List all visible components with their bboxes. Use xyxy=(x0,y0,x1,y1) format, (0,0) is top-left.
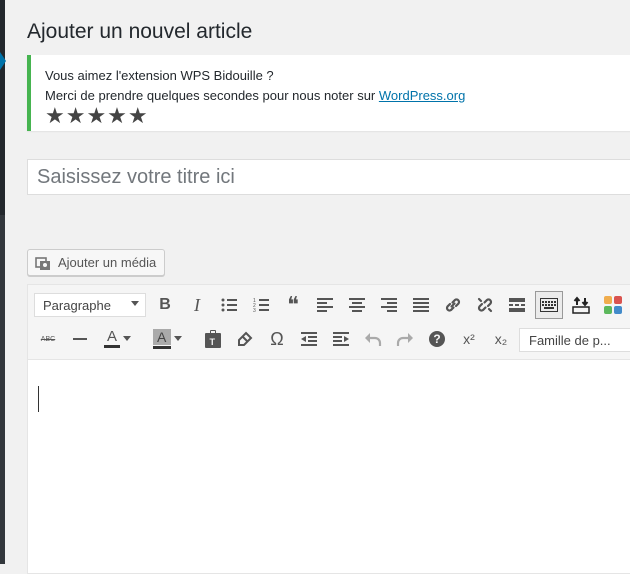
paste-text-icon[interactable]: T xyxy=(199,325,227,353)
clear-formatting-icon[interactable] xyxy=(231,325,259,353)
wordpress-org-link[interactable]: WordPress.org xyxy=(379,88,465,103)
svg-text:A: A xyxy=(157,329,167,345)
rating-stars[interactable]: ★★★★★ xyxy=(45,103,149,129)
align-left-icon[interactable] xyxy=(311,291,339,319)
link-icon[interactable] xyxy=(439,291,467,319)
format-select[interactable]: Paragraphe xyxy=(34,293,146,317)
editor-toolbar: Paragraphe B I 123 ❝ ABC A A T Ω ? x² x₂ xyxy=(28,285,630,360)
font-family-select[interactable]: Famille de p... xyxy=(519,328,630,352)
bullet-list-icon[interactable] xyxy=(215,291,243,319)
text-cursor xyxy=(38,386,39,412)
color-grid-icon[interactable] xyxy=(599,291,627,319)
text-color-glyph: A xyxy=(106,328,117,345)
chevron-down-icon xyxy=(131,301,139,306)
add-media-label: Ajouter un média xyxy=(58,255,157,270)
undo-icon[interactable] xyxy=(359,325,387,353)
help-glyph: ? xyxy=(429,331,445,347)
upload-download-icon[interactable] xyxy=(567,291,595,319)
toolbar-toggle-icon[interactable] xyxy=(535,291,563,319)
italic-icon[interactable]: I xyxy=(183,291,211,319)
subscript-icon[interactable]: x₂ xyxy=(487,325,515,353)
read-more-icon[interactable] xyxy=(503,291,531,319)
special-character-icon[interactable]: Ω xyxy=(263,325,291,353)
strikethrough-icon[interactable]: ABC xyxy=(34,325,62,353)
align-right-icon[interactable] xyxy=(375,291,403,319)
justify-icon[interactable] xyxy=(407,291,435,319)
text-color-swatch xyxy=(104,345,120,348)
bold-icon[interactable]: B xyxy=(151,291,179,319)
font-family-select-value: Famille de p... xyxy=(529,332,611,348)
notice-line-1: Vous aimez l'extension WPS Bidouille ? xyxy=(45,68,274,83)
format-select-value: Paragraphe xyxy=(43,297,111,313)
text-color-dropdown-icon[interactable] xyxy=(120,325,134,353)
rating-notice: Vous aimez l'extension WPS Bidouille ? M… xyxy=(27,55,630,131)
page-title: Ajouter un nouvel article xyxy=(27,20,253,43)
unlink-icon[interactable] xyxy=(471,291,499,319)
svg-text:3: 3 xyxy=(253,308,256,312)
admin-menu-current-indicator xyxy=(0,52,6,70)
admin-sidebar-lower xyxy=(0,215,5,564)
align-center-icon[interactable] xyxy=(343,291,371,319)
blockquote-icon[interactable]: ❝ xyxy=(279,291,307,319)
admin-sidebar-edge xyxy=(0,0,6,564)
help-icon[interactable]: ? xyxy=(423,325,451,353)
notice-line-2-text: Merci de prendre quelques secondes pour … xyxy=(45,88,379,103)
background-color-dropdown-icon[interactable] xyxy=(171,325,185,353)
svg-text:T: T xyxy=(210,337,216,347)
indent-icon[interactable] xyxy=(327,325,355,353)
post-title-input[interactable] xyxy=(27,159,630,195)
redo-icon[interactable] xyxy=(391,325,419,353)
numbered-list-icon[interactable]: 123 xyxy=(247,291,275,319)
media-icon xyxy=(35,255,51,271)
post-editor: Paragraphe B I 123 ❝ ABC A A T Ω ? x² x₂ xyxy=(27,284,630,574)
outdent-icon[interactable] xyxy=(295,325,323,353)
editor-content-area[interactable] xyxy=(28,360,630,570)
horizontal-line-icon[interactable] xyxy=(66,325,94,353)
superscript-icon[interactable]: x² xyxy=(455,325,483,353)
add-media-button[interactable]: Ajouter un média xyxy=(27,249,166,276)
